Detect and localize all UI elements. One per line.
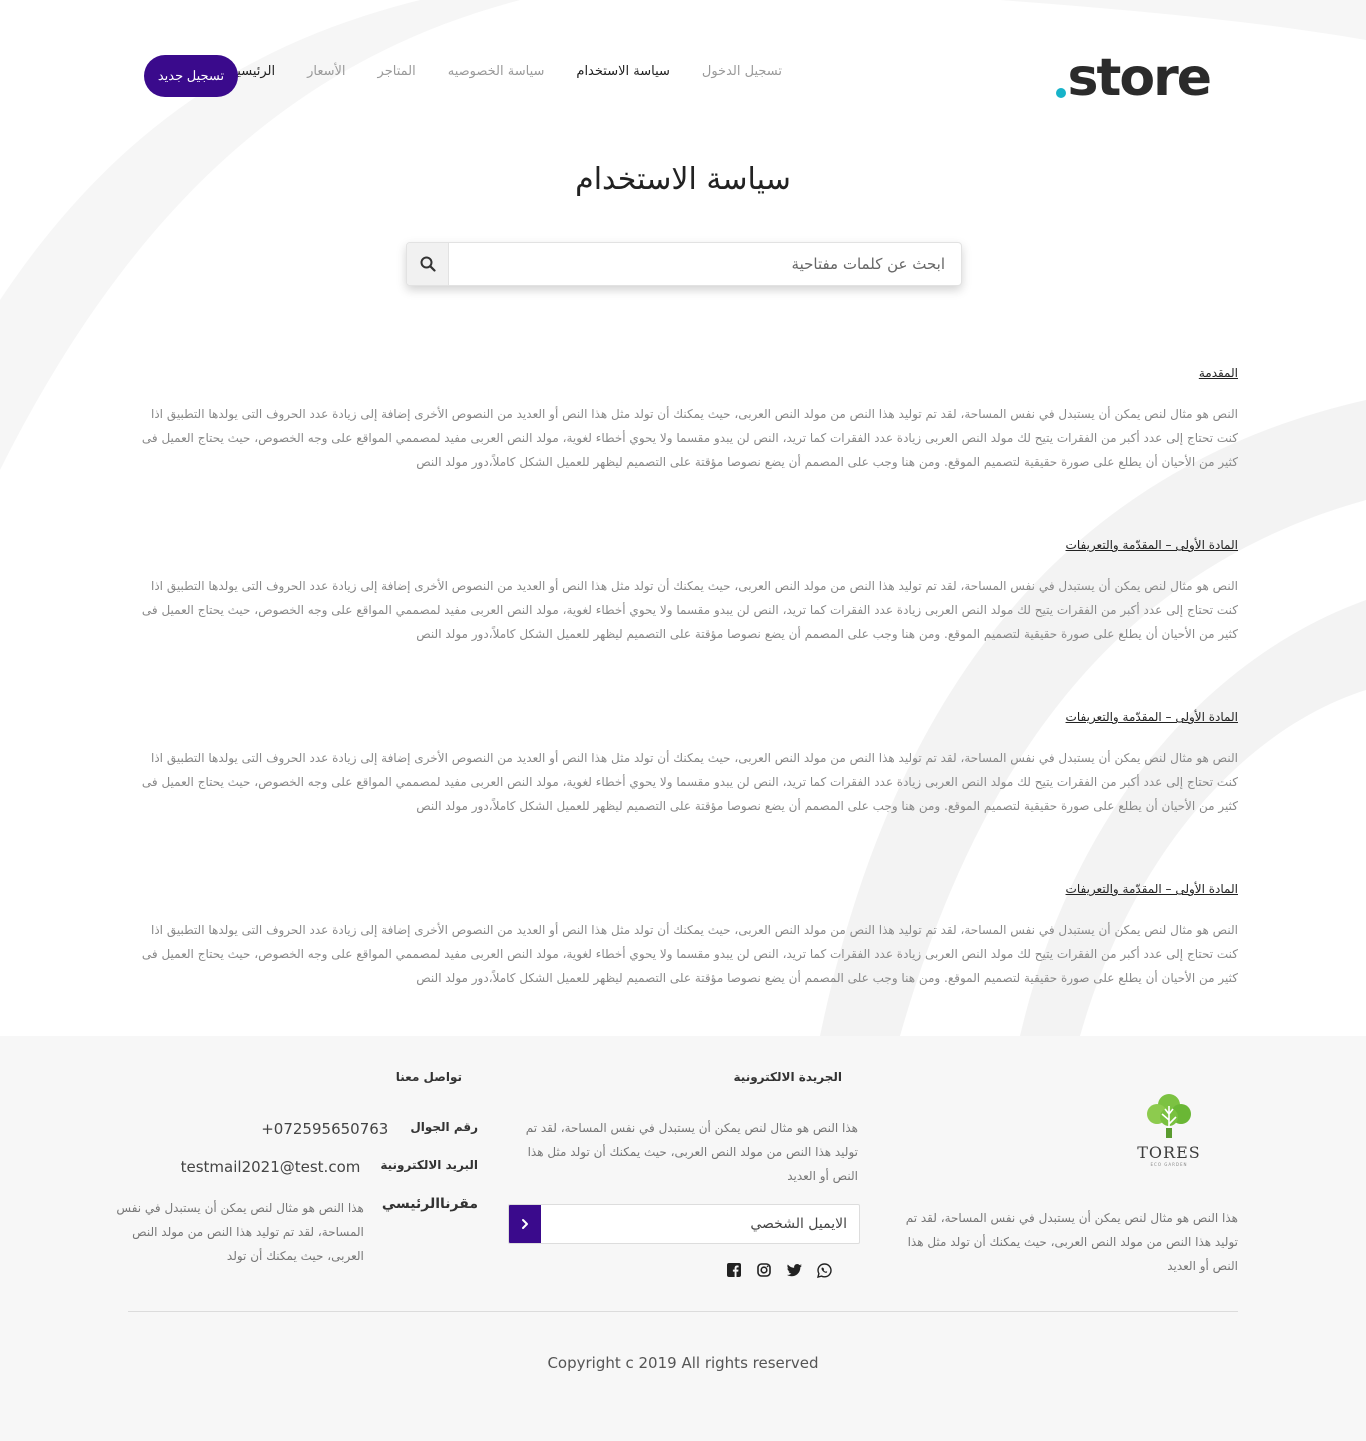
footer-divider bbox=[128, 1311, 1238, 1312]
logo-dot-icon bbox=[1055, 88, 1066, 98]
chevron-right-icon bbox=[522, 1219, 528, 1229]
section-heading: المقدمة bbox=[1198, 366, 1238, 380]
section-heading: المادة الأولى – المقدّمة والتعريفات bbox=[1065, 710, 1238, 724]
policy-section: المادة الأولى – المقدّمة والتعريفات النص… bbox=[128, 710, 1238, 818]
email-value[interactable]: testmail2021@test.com bbox=[181, 1158, 361, 1176]
contact-email-row: البريد الالكترونية testmail2021@test.com bbox=[181, 1158, 478, 1176]
section-body: النص هو مثال لنص يمكن أن يستبدل في نفس ا… bbox=[141, 579, 1238, 641]
brand-name: TORES bbox=[1137, 1143, 1201, 1162]
whatsapp-icon[interactable] bbox=[816, 1262, 832, 1278]
page-title: سياسة الاستخدام bbox=[575, 162, 791, 197]
hq-label: مقرناالرئيسي bbox=[381, 1196, 478, 1212]
policy-section: المقدمة النص هو مثال لنص يمكن أن يستبدل … bbox=[128, 366, 1238, 474]
search-icon bbox=[420, 256, 436, 272]
facebook-icon[interactable] bbox=[726, 1262, 742, 1278]
nav-privacy-policy[interactable]: سياسة الخصوصيه bbox=[448, 64, 545, 79]
logo-text: store bbox=[1067, 48, 1212, 108]
nav-stores[interactable]: المتاجر bbox=[378, 64, 416, 79]
brand-subtitle: ECO GARDEN bbox=[1150, 1162, 1188, 1167]
email-label: البريد الالكترونية bbox=[380, 1158, 478, 1172]
tree-icon bbox=[1147, 1094, 1191, 1138]
footer: TORES ECO GARDEN هذا النص هو مثال لنص يم… bbox=[0, 1036, 1366, 1441]
newsletter-form bbox=[508, 1204, 860, 1244]
policy-section: المادة الأولى – المقدّمة والتعريفات النص… bbox=[128, 538, 1238, 646]
nav-pricing[interactable]: الأسعار bbox=[307, 64, 345, 79]
nav-login[interactable]: تسجيل الدخول bbox=[702, 64, 782, 79]
policy-sections: المقدمة النص هو مثال لنص يمكن أن يستبدل … bbox=[128, 366, 1238, 1054]
section-body: النص هو مثال لنص يمكن أن يستبدل في نفس ا… bbox=[141, 407, 1238, 469]
search-button[interactable] bbox=[407, 243, 449, 285]
twitter-icon[interactable] bbox=[786, 1262, 802, 1278]
tores-logo[interactable]: TORES ECO GARDEN bbox=[1130, 1090, 1208, 1167]
contact-hq-row: مقرناالرئيسي هذا النص هو مثال لنص يمكن أ… bbox=[114, 1196, 478, 1268]
policy-section: المادة الأولى – المقدّمة والتعريفات النص… bbox=[128, 882, 1238, 990]
search-input[interactable] bbox=[449, 243, 961, 285]
main-nav: الرئيسية الأسعار المتاجر سياسة الخصوصيه … bbox=[230, 64, 782, 79]
hq-text: هذا النص هو مثال لنص يمكن أن يستبدل في ن… bbox=[116, 1201, 364, 1263]
phone-label: رقم الجوال bbox=[410, 1120, 478, 1134]
section-body: النص هو مثال لنص يمكن أن يستبدل في نفس ا… bbox=[141, 751, 1238, 813]
footer-about: هذا النص هو مثال لنص يمكن أن يستبدل في ن… bbox=[905, 1211, 1238, 1273]
social-links bbox=[726, 1262, 832, 1278]
section-heading: المادة الأولى – المقدّمة والتعريفات bbox=[1065, 882, 1238, 896]
newsletter-submit-button[interactable] bbox=[509, 1205, 541, 1243]
phone-value[interactable]: +072595650763 bbox=[261, 1120, 388, 1138]
search-bar bbox=[406, 242, 962, 286]
newsletter-heading: الجريدة الالكترونية bbox=[733, 1070, 842, 1084]
section-body: النص هو مثال لنص يمكن أن يستبدل في نفس ا… bbox=[141, 923, 1238, 985]
section-heading: المادة الأولى – المقدّمة والتعريفات bbox=[1065, 538, 1238, 552]
contact-phone-row: رقم الجوال +072595650763 bbox=[261, 1120, 478, 1138]
instagram-icon[interactable] bbox=[756, 1262, 772, 1278]
store-logo[interactable]: store bbox=[1055, 48, 1212, 108]
newsletter-text: هذا النص هو مثال لنص يمكن أن يستبدل في ن… bbox=[525, 1121, 858, 1183]
nav-terms-of-use[interactable]: سياسة الاستخدام bbox=[576, 64, 670, 79]
newsletter-email-input[interactable] bbox=[541, 1205, 859, 1243]
signup-button[interactable]: تسجيل جديد bbox=[144, 55, 238, 97]
contact-heading: تواصل معنا bbox=[395, 1070, 462, 1084]
copyright: Copyright c 2019 All rights reserved bbox=[547, 1354, 819, 1372]
